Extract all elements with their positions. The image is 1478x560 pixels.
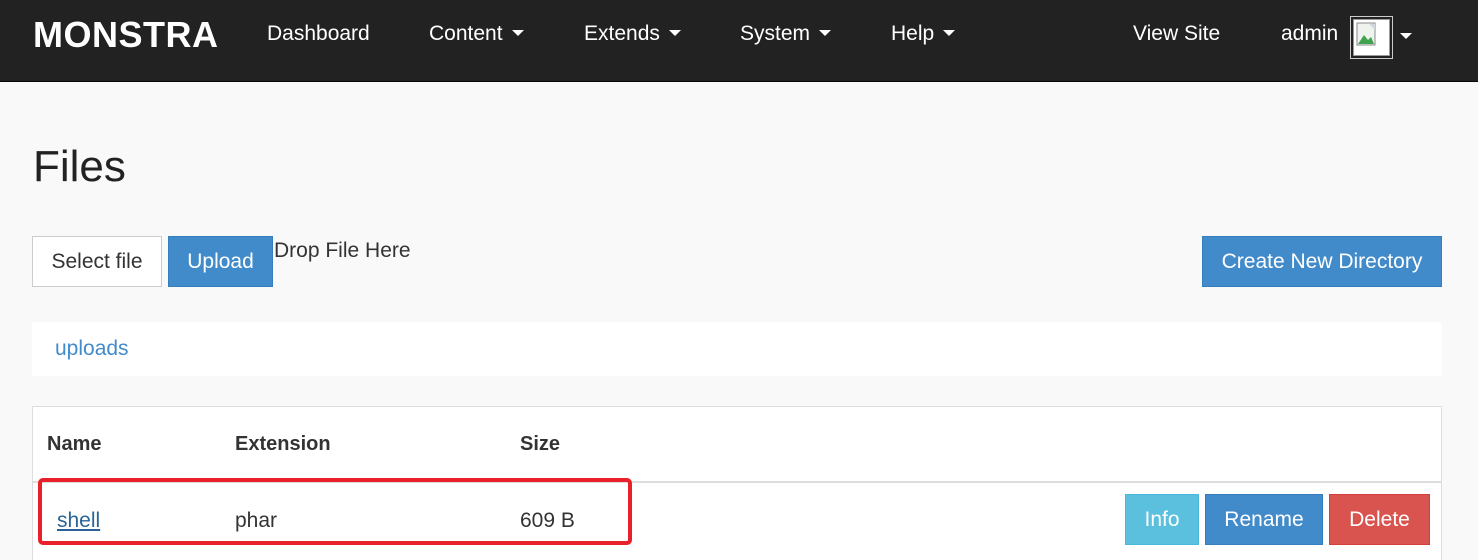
column-header-name: Name xyxy=(47,433,102,455)
create-directory-button[interactable]: Create New Directory xyxy=(1202,236,1442,287)
files-table: Name Extension Size shell phar 609 B Inf… xyxy=(32,406,1442,560)
rename-button[interactable]: Rename xyxy=(1205,494,1323,545)
upload-button[interactable]: Upload xyxy=(168,236,273,287)
nav-help-dropdown[interactable]: Help xyxy=(891,22,956,46)
nav-system-label: System xyxy=(740,22,811,45)
column-header-extension: Extension xyxy=(235,433,331,455)
avatar[interactable] xyxy=(1350,16,1393,59)
column-header-size: Size xyxy=(520,433,561,455)
nav-dashboard[interactable]: Dashboard xyxy=(267,22,370,46)
breadcrumb-uploads-link[interactable]: uploads xyxy=(55,337,129,361)
caret-down-icon xyxy=(819,29,832,36)
select-file-button[interactable]: Select file xyxy=(32,236,162,287)
file-name-link[interactable]: shell xyxy=(57,509,100,532)
delete-button[interactable]: Delete xyxy=(1329,494,1430,545)
nav-help-label: Help xyxy=(891,22,935,45)
header-divider xyxy=(33,481,1441,483)
file-extension-cell: phar xyxy=(235,509,278,532)
nav-system-dropdown[interactable]: System xyxy=(740,22,832,46)
brand-logo[interactable]: MONSTRA xyxy=(33,14,219,56)
info-button[interactable]: Info xyxy=(1125,494,1199,545)
caret-down-icon xyxy=(668,29,681,36)
top-navbar: MONSTRA Dashboard Content Extends System… xyxy=(0,0,1478,82)
caret-down-icon xyxy=(943,29,956,36)
file-name-cell: shell xyxy=(57,509,100,533)
nav-extends-dropdown[interactable]: Extends xyxy=(584,22,681,46)
drop-zone-label[interactable]: Drop File Here xyxy=(274,239,411,263)
nav-dashboard-label: Dashboard xyxy=(267,22,370,45)
breadcrumb: uploads xyxy=(32,322,1442,376)
nav-content-dropdown[interactable]: Content xyxy=(429,22,524,46)
user-menu[interactable]: admin xyxy=(1281,22,1338,46)
caret-down-icon xyxy=(511,29,524,36)
nav-extends-label: Extends xyxy=(584,22,660,45)
file-size-cell: 609 B xyxy=(520,509,575,532)
user-caret-down-icon[interactable] xyxy=(1400,33,1412,39)
broken-image-icon xyxy=(1353,19,1390,56)
page-title: Files xyxy=(33,142,126,191)
nav-content-label: Content xyxy=(429,22,503,45)
view-site-link[interactable]: View Site xyxy=(1133,22,1220,46)
